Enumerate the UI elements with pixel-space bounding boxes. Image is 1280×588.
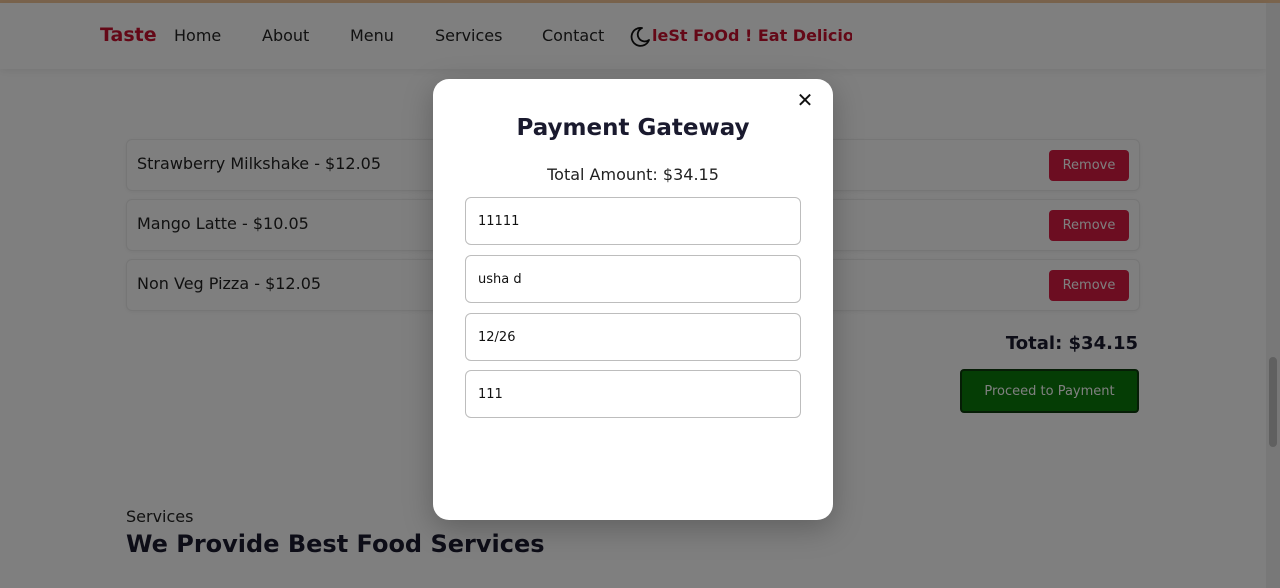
modal-title: Payment Gateway	[516, 115, 750, 141]
expiry-date-input[interactable]	[465, 313, 801, 361]
total-amount: Total Amount: $34.15	[547, 165, 719, 184]
cardholder-name-input[interactable]	[465, 255, 801, 303]
cvv-input[interactable]	[465, 370, 801, 418]
payment-modal: ✕ Payment Gateway Total Amount: $34.15	[433, 79, 833, 520]
card-number-input[interactable]	[465, 197, 801, 245]
close-icon[interactable]: ✕	[795, 89, 815, 111]
